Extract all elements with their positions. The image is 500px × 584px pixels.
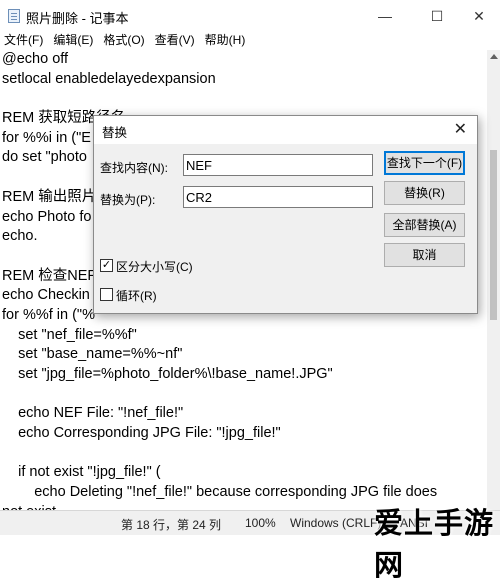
menu-format[interactable]: 格式(O)	[99, 30, 150, 48]
notepad-icon	[8, 9, 20, 23]
menu-file[interactable]: 文件(F)	[0, 30, 49, 48]
code-line: setlocal enabledelayedexpansion	[2, 70, 216, 87]
minimize-button[interactable]: —	[362, 0, 408, 32]
code-line: set "base_name=%%~nf"	[2, 346, 183, 363]
find-label: 查找内容(N):	[100, 161, 168, 175]
code-line: echo Deleting "!nef_file!" because corre…	[2, 484, 438, 501]
menu-edit[interactable]: 编辑(E)	[49, 30, 99, 48]
dialog-title-bar: 替换 ✕	[94, 116, 477, 144]
replace-label: 替换为(P):	[100, 193, 156, 207]
replace-all-button[interactable]: 全部替换(A)	[384, 213, 465, 237]
menu-view[interactable]: 查看(V)	[151, 30, 201, 48]
match-case-label: 区分大小写(C)	[116, 260, 193, 274]
replace-dialog: 替换 ✕ 查找内容(N): NEF 替换为(P): CR2 查找下一个(F) 替…	[93, 115, 478, 314]
code-line: set "jpg_file=%photo_folder%\!base_name!…	[2, 366, 333, 382]
close-button[interactable]: ✕	[456, 0, 500, 32]
watermark-logo: 爱上手游网	[374, 508, 495, 582]
code-line: set "nef_file=%%f"	[2, 326, 137, 343]
replace-button[interactable]: 替换(R)	[384, 181, 465, 205]
scroll-up-icon[interactable]	[490, 54, 498, 59]
menu-bar: 文件(F) 编辑(E) 格式(O) 查看(V) 帮助(H)	[0, 30, 500, 50]
zoom-level: 100%	[245, 516, 276, 530]
match-case-checkbox[interactable]: ✓	[100, 259, 113, 272]
menu-help[interactable]: 帮助(H)	[201, 30, 252, 48]
replace-input[interactable]: CR2	[183, 186, 373, 208]
code-line: if not exist "!jpg_file!" (	[2, 464, 161, 481]
window-title: 照片删除 - 记事本	[26, 11, 129, 26]
wrap-checkbox[interactable]	[100, 288, 113, 301]
code-line: @echo off	[2, 51, 69, 67]
vertical-scrollbar[interactable]	[487, 50, 500, 510]
find-next-button[interactable]: 查找下一个(F)	[384, 151, 465, 175]
code-line: echo Corresponding JPG File: "!jpg_file!…	[2, 425, 281, 442]
code-line: echo NEF File: "!nef_file!"	[2, 405, 184, 422]
dialog-close-icon[interactable]: ✕	[454, 119, 467, 139]
maximize-button[interactable]: ☐	[414, 0, 460, 32]
scrollbar-thumb[interactable]	[490, 150, 497, 320]
find-input[interactable]: NEF	[183, 154, 373, 176]
wrap-label: 循环(R)	[116, 289, 157, 303]
title-bar: 照片删除 - 记事本 — ☐ ✕	[0, 0, 500, 32]
cancel-button[interactable]: 取消	[384, 243, 465, 267]
code-line: not exist.	[2, 503, 437, 510]
line-ending: Windows (CRLF)	[290, 516, 382, 530]
cursor-position: 第 18 行，第 24 列	[121, 518, 222, 532]
dialog-title: 替换	[102, 126, 128, 140]
